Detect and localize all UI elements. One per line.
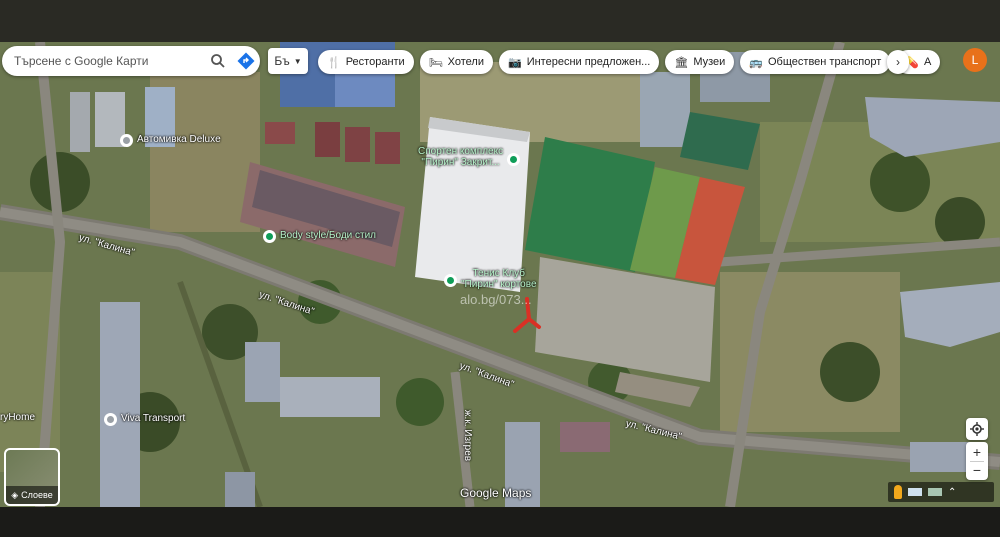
location-pin-icon (104, 413, 117, 426)
chip-restaurants[interactable]: 🍴 Ресторанти (318, 50, 414, 74)
street-view-bar[interactable]: ⌃ (888, 482, 994, 502)
watermark-text: alo.bg/073... (460, 292, 532, 307)
language-select[interactable]: Бъ ▼ (268, 48, 308, 74)
map-thumbnail[interactable] (928, 488, 942, 496)
poi-label-line2: "Пирин" кортове (461, 279, 537, 290)
poi-car-wash[interactable]: Автомивка Deluxe (120, 134, 221, 147)
poi-label-line2: "Пирин" Закрит... (421, 157, 500, 168)
crosshair-icon (970, 422, 984, 436)
fork-knife-icon: 🍴 (327, 56, 341, 69)
chip-hotels[interactable]: 🛏 Хотели (419, 50, 493, 74)
poi-label-line1: Тенис Клуб (472, 268, 526, 279)
chip-museums[interactable]: 🏛 Музеи (665, 50, 735, 74)
chip-label: А (923, 56, 932, 68)
chip-transit[interactable]: 🚌 Обществен транспорт (740, 50, 891, 74)
layers-label: Слоеве (21, 490, 53, 500)
chip-attractions[interactable]: 📷 Интересни предложен... (499, 50, 660, 74)
layers-button[interactable]: ◈ Слоеве (4, 448, 60, 506)
google-maps-attribution: Google Maps (460, 486, 532, 500)
chevron-right-icon: › (896, 55, 900, 69)
layers-icon: ◈ (11, 489, 19, 500)
search-box[interactable]: Търсене с Google Карти (2, 46, 260, 76)
poi-label: ryHome (0, 412, 36, 423)
poi-home[interactable]: ryHome (0, 412, 35, 423)
chip-label: Хотели (447, 56, 484, 68)
street-label: ж.к. Изгрев (462, 409, 474, 462)
chip-label: Интересни предложен... (526, 56, 651, 68)
poi-sports-complex[interactable]: Спортен комплекс "Пирин" Закрит... (418, 146, 521, 168)
map-thumbnail[interactable] (908, 488, 922, 496)
avatar[interactable]: L (963, 48, 987, 72)
chevron-down-icon: ▼ (293, 56, 302, 66)
bottom-dark-band (0, 507, 1000, 537)
search-icon[interactable] (204, 47, 232, 75)
poi-tennis-club[interactable]: Тенис Клуб "Пирин" кортове (444, 268, 537, 290)
zoom-controls: + − (966, 442, 988, 480)
location-pin-icon (120, 134, 133, 147)
zoom-out-button[interactable]: − (973, 462, 981, 479)
poi-label: Body style/Боди стил (280, 230, 377, 241)
poi-label: Автомивка Deluxe (137, 134, 221, 145)
museum-icon: 🏛 (674, 56, 689, 69)
expand-up-icon[interactable]: ⌃ (948, 487, 956, 498)
my-location-button[interactable] (966, 418, 988, 440)
chip-label: Обществен транспорт (768, 56, 882, 68)
directions-icon[interactable] (232, 47, 260, 75)
bus-icon: 🚌 (749, 56, 763, 69)
location-pin-icon (507, 153, 521, 166)
chip-label: Музеи (693, 56, 726, 68)
poi-body-style[interactable]: Body style/Боди стил (263, 230, 376, 243)
chip-label: Ресторанти (345, 56, 405, 68)
search-input[interactable]: Търсене с Google Карти (2, 54, 204, 68)
pegman-icon[interactable] (894, 485, 902, 499)
zoom-in-button[interactable]: + (973, 444, 981, 461)
category-chips: 🍴 Ресторанти 🛏 Хотели 📷 Интересни предложен… (318, 50, 941, 74)
chips-next-button[interactable]: › (887, 50, 909, 74)
location-pin-icon (444, 274, 457, 287)
location-pin-icon (263, 230, 276, 243)
poi-label-line1: Спортен комплекс (418, 146, 504, 157)
poi-label: Viva Transport (121, 413, 186, 424)
camera-icon: 📷 (508, 56, 522, 69)
poi-viva-transport[interactable]: Viva Transport (104, 413, 185, 426)
language-label: Бъ (274, 54, 290, 68)
top-dark-band (0, 0, 1000, 42)
bed-icon: 🛏 (428, 56, 443, 69)
